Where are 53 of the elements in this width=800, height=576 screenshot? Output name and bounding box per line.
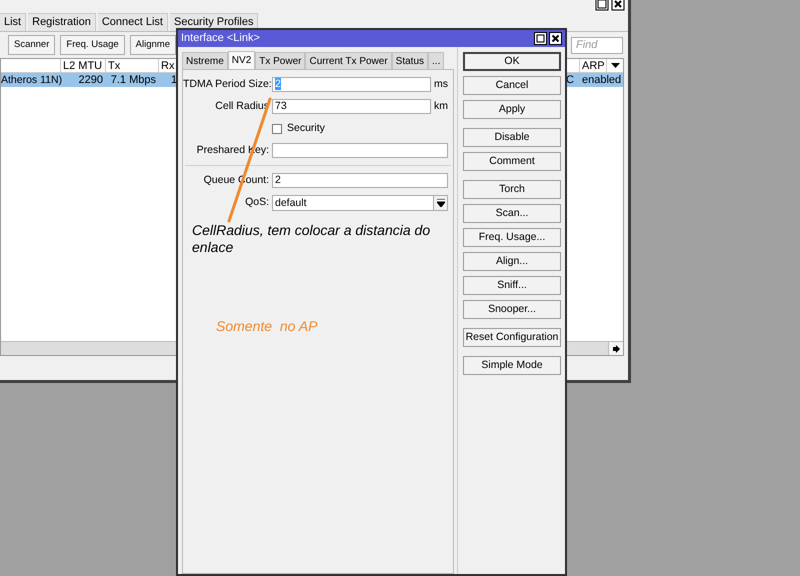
tab[interactable]: Registration xyxy=(28,13,96,31)
table-cell: Atheros 11N) xyxy=(1,73,61,87)
field-label: QoS: xyxy=(244,194,270,210)
annotation-text: CellRadius, tem colocar a distancia do enlace xyxy=(192,222,432,256)
close-icon[interactable] xyxy=(549,32,562,45)
input-field[interactable]: 2 xyxy=(272,173,448,188)
tab[interactable]: Current Tx Power xyxy=(305,52,392,69)
table-cell-text: 2290 xyxy=(78,73,104,87)
unit-label: km xyxy=(434,98,448,114)
annotation-text: Somente no AP xyxy=(216,318,318,335)
column-header[interactable]: ARP xyxy=(580,59,607,72)
dialog-button[interactable]: Sniff... xyxy=(463,276,561,295)
right-arrow-icon[interactable] xyxy=(612,344,620,352)
dialog-button[interactable]: Snooper... xyxy=(463,300,561,319)
tab[interactable]: Tx Power xyxy=(255,52,306,69)
toolbar-button[interactable]: Alignme xyxy=(130,35,176,55)
maximize-icon[interactable] xyxy=(595,0,609,12)
tab[interactable]: ... xyxy=(428,52,444,69)
close-icon[interactable] xyxy=(611,0,625,12)
toolbar-button[interactable]: Scanner xyxy=(8,35,56,55)
dialog-button[interactable]: OK xyxy=(463,52,561,71)
input-field[interactable]: 73 xyxy=(272,99,431,114)
unit-label: ms xyxy=(434,76,448,92)
column-header[interactable]: L2 MTU xyxy=(61,59,106,72)
tab[interactable]: Connect List xyxy=(98,13,168,31)
dialog-button[interactable]: Cancel xyxy=(463,76,561,95)
dropdown-icon[interactable] xyxy=(436,198,444,206)
dialog-button[interactable]: Reset Configuration xyxy=(463,328,561,347)
column-header[interactable]: Tx xyxy=(106,59,159,72)
checkbox-label: Security xyxy=(287,120,325,136)
dialog-button[interactable]: Apply xyxy=(463,100,561,119)
toolbar-button[interactable]: Freq. Usage xyxy=(60,35,125,55)
dialog-button[interactable]: Align... xyxy=(463,252,561,271)
checkbox[interactable] xyxy=(272,124,282,134)
dropdown-icon[interactable] xyxy=(610,63,620,68)
dialog-button[interactable]: Comment xyxy=(463,152,561,171)
tab[interactable]: NV2 xyxy=(228,51,256,69)
dropdown-field[interactable]: default xyxy=(272,194,448,210)
dialog-button[interactable]: Torch xyxy=(463,180,561,199)
search-field[interactable]: Find xyxy=(571,36,623,54)
tab[interactable]: List xyxy=(0,13,26,31)
tab[interactable]: Status xyxy=(392,52,428,69)
dialog-button[interactable]: Disable xyxy=(463,128,561,147)
dialog-button[interactable]: Simple Mode xyxy=(463,356,561,375)
input-field[interactable] xyxy=(272,143,448,158)
dialog-button[interactable]: Freq. Usage... xyxy=(463,228,561,247)
field-label: TDMA Period Size: xyxy=(183,76,272,92)
table-cell-text: enabled xyxy=(581,73,622,87)
dialog-button[interactable]: Scan... xyxy=(463,204,561,223)
window-title: Interface <Link> xyxy=(181,31,260,46)
tab[interactable]: Nstreme xyxy=(182,52,228,69)
table-cell-text: 7.1 Mbps xyxy=(110,73,157,87)
maximize-icon[interactable] xyxy=(534,32,547,45)
